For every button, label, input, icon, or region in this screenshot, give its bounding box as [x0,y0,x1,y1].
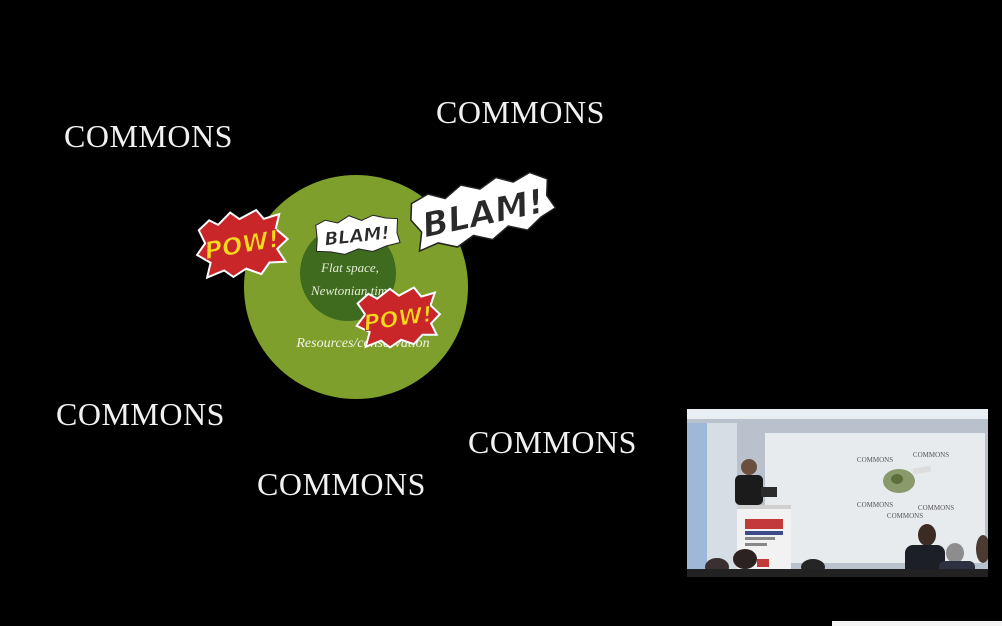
commons-text-5: COMMONS [257,466,426,502]
commons-text-3: COMMONS [56,396,225,432]
projected-commons-3: COMMONS [857,501,893,509]
projected-commons-5: COMMONS [887,512,923,520]
speaker-video-inset: COMMONS COMMONS COMMONS COMMONS COMMONS [687,409,988,577]
video-frame: COMMONS COMMONS COMMONS COMMONS COMMONS … [0,0,1002,626]
projected-commons-2: COMMONS [913,451,949,459]
inner-label-line1: Flat space, [320,260,379,275]
speaker-scene: COMMONS COMMONS COMMONS COMMONS COMMONS [687,409,988,577]
commons-text-4: COMMONS [468,424,637,460]
progress-bar-fragment [832,621,1002,626]
projected-commons-1: COMMONS [857,456,893,464]
commons-text-1: COMMONS [64,118,233,154]
blam-burst-large: BLAM! [410,171,557,253]
projection-screen [765,433,985,563]
diagram-svg: Flat space, Newtonian time Resources/con… [195,171,557,399]
concentric-diagram: Flat space, Newtonian time Resources/con… [195,171,580,400]
projected-commons-4: COMMONS [918,504,954,512]
commons-text-2: COMMONS [436,94,605,130]
